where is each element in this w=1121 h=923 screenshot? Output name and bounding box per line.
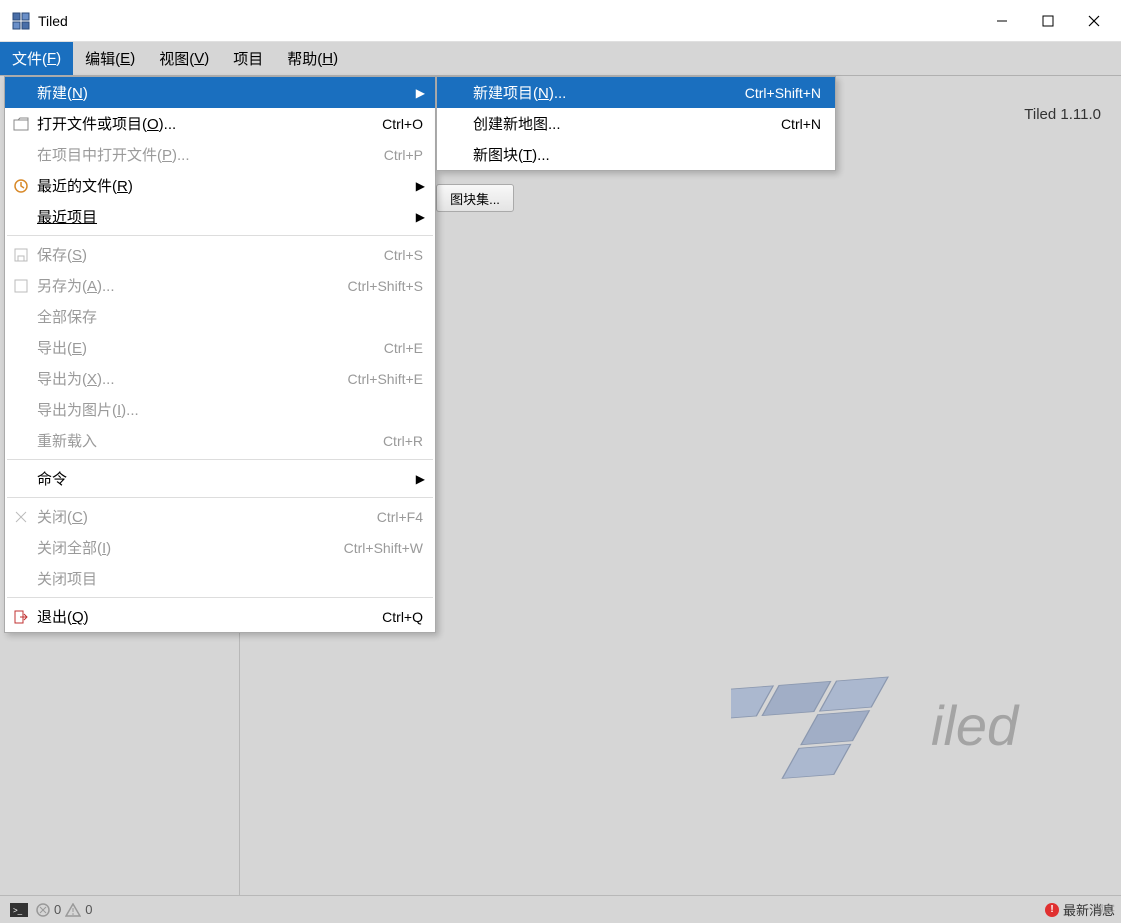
- menu-separator: [7, 497, 433, 498]
- folder-icon: [5, 117, 37, 131]
- menu-separator: [7, 235, 433, 236]
- clock-icon: [5, 179, 37, 193]
- menu-item-save-all: 全部保存: [5, 301, 435, 332]
- titlebar: Tiled: [0, 0, 1121, 42]
- menu-separator: [7, 459, 433, 460]
- new-submenu: 新建项目(N)...Ctrl+Shift+N 创建新地图...Ctrl+N 新图…: [436, 76, 836, 171]
- menu-help[interactable]: 帮助(H): [275, 42, 350, 75]
- menu-separator: [7, 597, 433, 598]
- save-as-icon: [5, 279, 37, 293]
- menu-item-commands[interactable]: 命令▶: [5, 463, 435, 494]
- exit-icon: [5, 610, 37, 624]
- menu-item-quit[interactable]: 退出(Q)Ctrl+Q: [5, 601, 435, 632]
- error-count: 0: [54, 902, 61, 917]
- menu-item-recent-files[interactable]: 最近的文件(R)▶: [5, 170, 435, 201]
- menu-project[interactable]: 项目: [221, 42, 275, 75]
- menu-item-new[interactable]: 新建(N)▶: [5, 77, 435, 108]
- watermark: 博客: [1093, 901, 1115, 917]
- close-icon: [5, 511, 37, 523]
- warning-count: 0: [85, 902, 92, 917]
- menu-item-close: 关闭(C)Ctrl+F4: [5, 501, 435, 532]
- menu-item-export-image: 导出为图片(I)...: [5, 394, 435, 425]
- app-icon: [12, 12, 30, 30]
- menu-item-open-in-project: 在项目中打开文件(P)...Ctrl+P: [5, 139, 435, 170]
- menubar: 文件(F) 编辑(E) 视图(V) 项目 帮助(H): [0, 42, 1121, 76]
- svg-text:>_: >_: [13, 906, 23, 915]
- alert-icon: !: [1045, 903, 1059, 917]
- file-menu-dropdown: 新建(N)▶ 打开文件或项目(O)...Ctrl+O 在项目中打开文件(P)..…: [4, 76, 436, 633]
- menu-item-open[interactable]: 打开文件或项目(O)...Ctrl+O: [5, 108, 435, 139]
- menu-item-export: 导出(E)Ctrl+E: [5, 332, 435, 363]
- menu-item-recent-projects[interactable]: 最近项目▶: [5, 201, 435, 232]
- menu-item-export-as: 导出为(X)...Ctrl+Shift+E: [5, 363, 435, 394]
- window-title: Tiled: [38, 13, 979, 29]
- statusbar: >_ 0 0 ! 最新消息: [0, 895, 1121, 923]
- menu-item-save: 保存(S)Ctrl+S: [5, 239, 435, 270]
- tileset-button[interactable]: 图块集...: [436, 184, 514, 212]
- menu-item-reload: 重新载入Ctrl+R: [5, 425, 435, 456]
- console-icon[interactable]: >_: [10, 903, 28, 917]
- submenu-item-new-tileset[interactable]: 新图块(T)...: [437, 139, 835, 170]
- menu-view[interactable]: 视图(V): [147, 42, 221, 75]
- window-controls: [979, 0, 1117, 42]
- save-icon: [5, 248, 37, 262]
- menu-edit[interactable]: 编辑(E): [73, 42, 147, 75]
- menu-item-close-all: 关闭全部(I)Ctrl+Shift+W: [5, 532, 435, 563]
- maximize-button[interactable]: [1025, 0, 1071, 42]
- version-label: Tiled 1.11.0: [1024, 106, 1101, 123]
- menu-item-close-project: 关闭项目: [5, 563, 435, 594]
- warning-icon[interactable]: [65, 903, 81, 917]
- menu-file[interactable]: 文件(F): [0, 42, 73, 75]
- submenu-item-new-project[interactable]: 新建项目(N)...Ctrl+Shift+N: [437, 77, 835, 108]
- menu-item-save-as: 另存为(A)...Ctrl+Shift+S: [5, 270, 435, 301]
- tiled-logo: iled: [731, 615, 1081, 815]
- error-icon[interactable]: [36, 903, 50, 917]
- logo-text: iled: [931, 694, 1020, 757]
- submenu-item-new-map[interactable]: 创建新地图...Ctrl+N: [437, 108, 835, 139]
- close-button[interactable]: [1071, 0, 1117, 42]
- minimize-button[interactable]: [979, 0, 1025, 42]
